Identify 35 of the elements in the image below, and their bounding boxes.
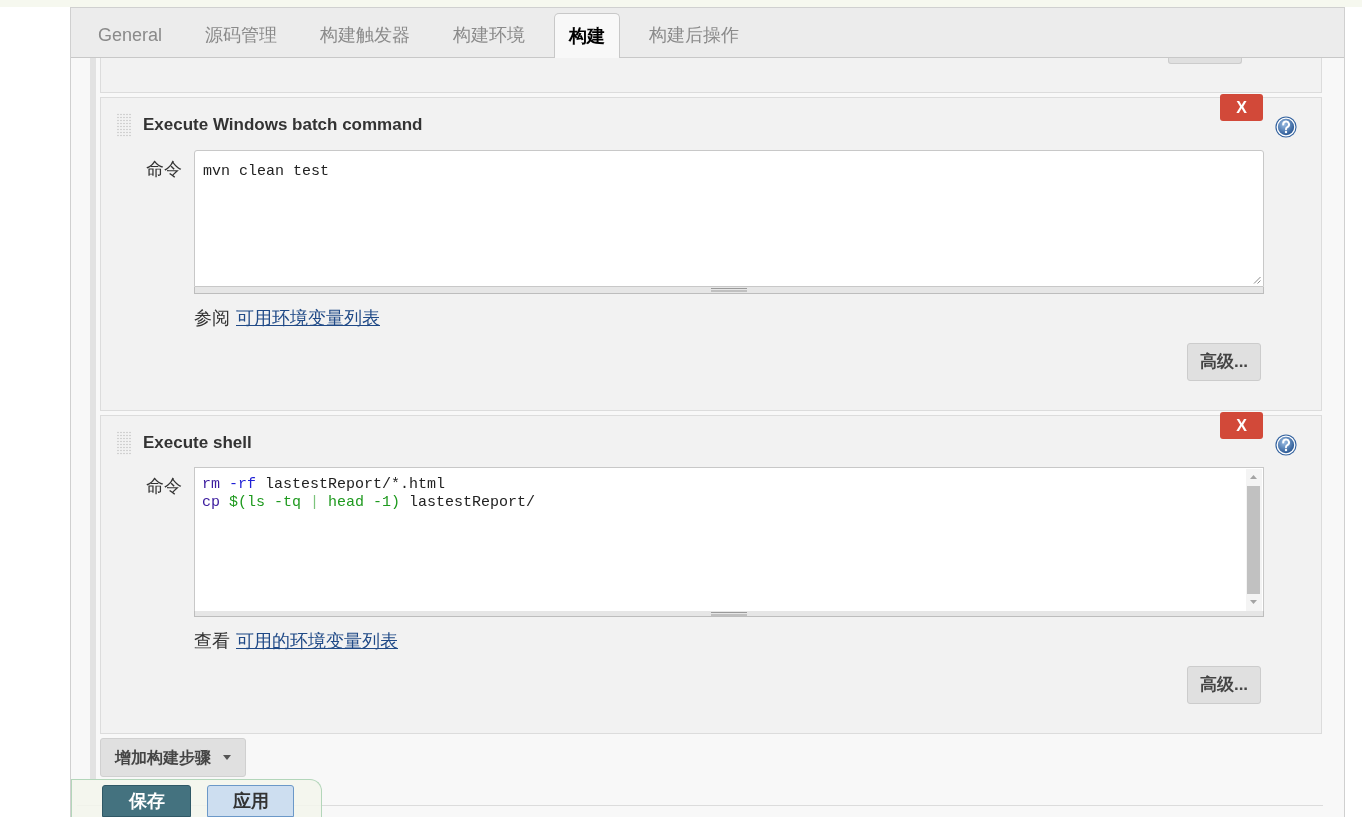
scroll-down-arrow-icon[interactable] (1250, 600, 1257, 604)
scrollbar[interactable] (1246, 469, 1262, 611)
save-button[interactable]: 保存 (102, 785, 191, 817)
apply-button[interactable]: 应用 (207, 785, 294, 817)
grip-icon (711, 611, 747, 616)
command-textarea[interactable]: mvn clean test (194, 150, 1264, 287)
env-vars-link[interactable]: 可用环境变量列表 (236, 306, 380, 330)
resize-handle[interactable] (194, 287, 1264, 294)
hint-text: 查看 (194, 630, 230, 653)
cut-off-button[interactable] (1168, 58, 1242, 64)
advanced-button[interactable]: 高级... (1187, 666, 1261, 704)
help-icon[interactable] (1275, 434, 1297, 456)
code-editor[interactable]: rm -rf lastestReport/*.html cp $(ls -tq | head -1) lastestReport/ (194, 467, 1264, 611)
scrollbar-thumb[interactable] (1247, 486, 1260, 594)
code-line: cp $(ls -tq | head -1) lastestReport/ (202, 493, 536, 511)
hint-text: 参阅 (194, 307, 230, 330)
tab[interactable]: 构建 (554, 13, 621, 58)
code-line: rm -rf lastestReport/*.html (202, 476, 446, 494)
caret-icon (223, 755, 231, 760)
grip-icon (711, 288, 747, 292)
step-title: Execute shell (143, 432, 252, 455)
delete-button[interactable]: X (1220, 94, 1263, 121)
help-icon[interactable] (1275, 116, 1297, 138)
field-label: 命令 (146, 475, 183, 498)
drag-handle-icon[interactable] (116, 113, 132, 137)
env-vars-link[interactable]: 可用的环境变量列表 (236, 629, 398, 653)
add-build-step-button[interactable]: 增加构建步骤 (100, 738, 246, 777)
step-title: Execute Windows batch command (143, 114, 423, 137)
delete-button[interactable]: X (1220, 412, 1263, 439)
field-label: 命令 (146, 158, 183, 181)
advanced-button[interactable]: 高级... (1187, 343, 1261, 381)
drag-handle-icon[interactable] (116, 431, 132, 455)
resize-handle[interactable] (194, 611, 1264, 617)
resize-corner-icon[interactable] (1253, 276, 1261, 284)
scroll-up-arrow-icon[interactable] (1250, 475, 1257, 479)
